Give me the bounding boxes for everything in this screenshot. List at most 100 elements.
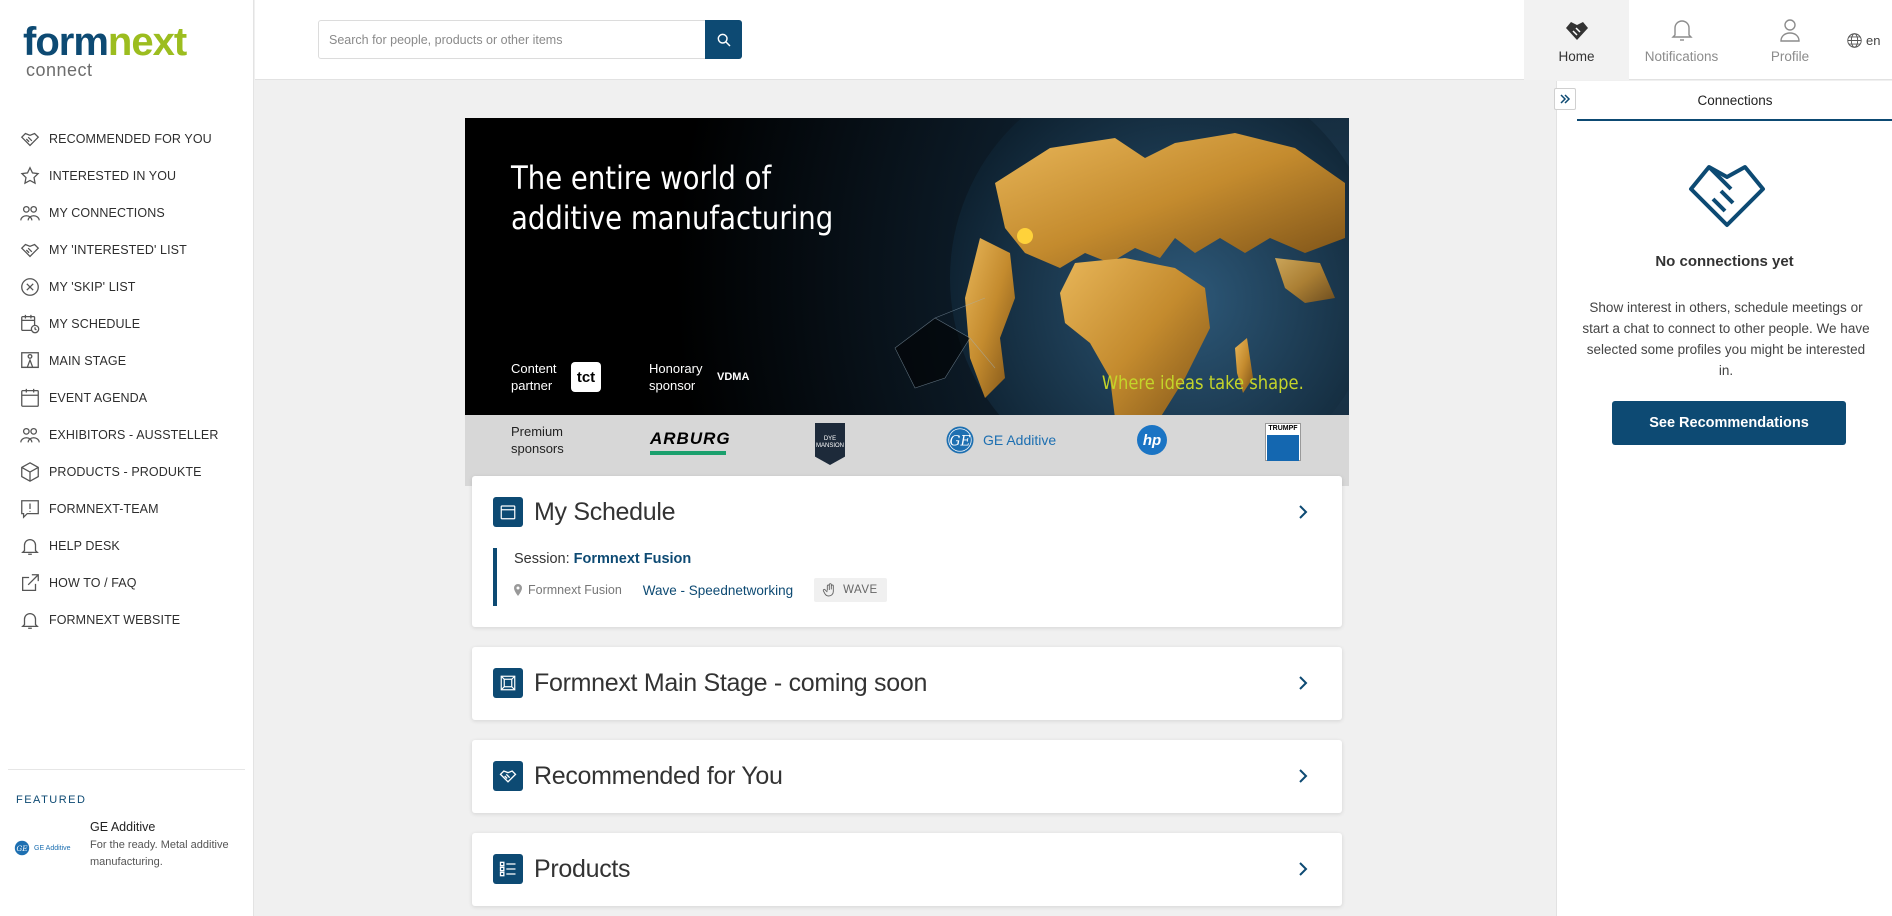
tab-connections[interactable]: Connections [1577, 81, 1892, 121]
card-title: Recommended for You [534, 761, 783, 790]
language-switcher[interactable]: en [1846, 0, 1892, 80]
sidebar-item-interested-list[interactable]: MY 'INTERESTED' LIST [0, 231, 254, 268]
sidebar-item-label: MY 'SKIP' LIST [49, 279, 136, 294]
featured-description: For the ready. Metal additive manufactur… [90, 839, 229, 868]
star-icon [20, 165, 40, 184]
arburg-logo: ARBURG [650, 429, 731, 448]
connections-panel: Connections No connections yet Show inte… [1554, 81, 1892, 916]
top-header: Home Notifications Profile en [255, 0, 1892, 80]
calendar-icon [21, 388, 39, 407]
session-location-text: Formnext Fusion [528, 583, 622, 597]
ge-mini-logo: GE GE Additive [14, 840, 71, 856]
box-icon [21, 461, 39, 482]
trumpf-logo: TRUMPF [1265, 423, 1301, 461]
svg-text:GE: GE [950, 433, 971, 449]
people-icon [20, 205, 40, 220]
bell-icon [21, 612, 39, 629]
trumpf-logo-block [1267, 435, 1299, 461]
sidebar-item-formnext-website[interactable]: FORMNEXT WEBSITE [0, 601, 254, 638]
collapse-panel-button[interactable] [1554, 88, 1576, 110]
sidebar-item-label: MY CONNECTIONS [49, 205, 165, 220]
location-pin-icon [514, 584, 522, 596]
user-icon [1780, 18, 1800, 42]
tct-logo: tct [571, 362, 601, 392]
banner-tagline: Where ideas take shape. [1102, 372, 1304, 394]
nav-home[interactable]: Home [1524, 0, 1629, 80]
main-stage-card[interactable]: Formnext Main Stage - coming soon [472, 647, 1342, 720]
session-location: Formnext Fusion [514, 583, 622, 597]
logo-wordmark: formnext [23, 20, 187, 64]
alert-chat-icon [21, 499, 39, 519]
banner-headline-line1: The entire world of [511, 159, 772, 197]
featured-name: GE Additive [90, 820, 156, 834]
ge-mini-text: GE Additive [34, 844, 71, 852]
chevron-right-icon[interactable] [1294, 767, 1312, 785]
sidebar-item-exhibitors[interactable]: EXHIBITORS - AUSSTELLER [0, 416, 254, 453]
featured-title: FEATURED [16, 794, 87, 806]
bell-icon [1670, 19, 1693, 41]
sidebar-item-label: EVENT AGENDA [49, 390, 148, 405]
nav-profile[interactable]: Profile [1734, 0, 1846, 80]
sidebar-item-label: PRODUCTS - PRODUKTE [49, 464, 202, 479]
sidebar: formnext connect RECOMMENDED FOR YOU INT… [0, 0, 254, 916]
search-input[interactable] [319, 21, 705, 58]
sidebar-item-event-agenda[interactable]: EVENT AGENDA [0, 379, 254, 416]
no-connections-title: No connections yet [1655, 253, 1794, 270]
handshake-icon [20, 132, 40, 146]
session-name-link[interactable]: Formnext Fusion [574, 551, 692, 567]
session-link[interactable]: Wave - Speednetworking [643, 583, 793, 598]
trumpf-logo-text: TRUMPF [1268, 425, 1298, 432]
x-circle-icon [21, 277, 39, 296]
card-title: Products [534, 854, 631, 883]
nav-notifications[interactable]: Notifications [1629, 0, 1734, 80]
content-partner-label: Content partner [511, 361, 557, 393]
sidebar-item-my-connections[interactable]: MY CONNECTIONS [0, 194, 254, 231]
handshake-icon [493, 761, 523, 791]
sidebar-item-label: EXHIBITORS - AUSSTELLER [49, 427, 219, 442]
calendar-clock-icon [21, 314, 40, 333]
sidebar-divider [8, 769, 245, 770]
card-header: Recommended for You [493, 761, 783, 791]
products-card[interactable]: Products [472, 833, 1342, 906]
recommended-for-you-card[interactable]: Recommended for You [472, 740, 1342, 813]
sidebar-item-interested-in-you[interactable]: INTERESTED IN YOU [0, 157, 254, 194]
wave-tag: WAVE [814, 578, 887, 602]
globe-icon [1847, 32, 1862, 48]
dyemansion-logo: DYE MANSION [815, 423, 845, 465]
banner-background: The entire world of additive manufacturi… [465, 118, 1349, 468]
sidebar-item-skip-list[interactable]: MY 'SKIP' LIST [0, 268, 254, 305]
search-button[interactable] [705, 20, 742, 59]
chevron-right-icon[interactable] [1294, 503, 1312, 521]
sidebar-nav: RECOMMENDED FOR YOU INTERESTED IN YOU MY… [0, 120, 254, 638]
calendar-icon [493, 497, 523, 527]
sidebar-item-my-schedule[interactable]: MY SCHEDULE [0, 305, 254, 342]
sidebar-item-recommended-for-you[interactable]: RECOMMENDED FOR YOU [0, 120, 254, 157]
card-header: My Schedule [493, 497, 676, 527]
sidebar-item-label: MY SCHEDULE [49, 316, 141, 331]
arburg-logo-underline [650, 451, 726, 455]
sidebar-item-label: HOW TO / FAQ [49, 575, 137, 590]
featured-card-ge-additive[interactable]: GE GE Additive GE Additive For the ready… [14, 820, 244, 876]
top-nav: Home Notifications Profile en [1524, 0, 1892, 80]
sidebar-item-help-desk[interactable]: HELP DESK [0, 527, 254, 564]
logo-form: form [23, 20, 109, 64]
card-title: My Schedule [534, 497, 676, 526]
search-bar [318, 20, 742, 59]
ge-additive-sponsor-text: GE Additive [983, 432, 1057, 448]
sidebar-item-formnext-team[interactable]: FORMNEXT-TEAM [0, 490, 254, 527]
schedule-entry[interactable]: Session: Formnext Fusion Formnext Fusion… [493, 548, 887, 606]
list-icon [493, 854, 523, 884]
sidebar-item-products[interactable]: PRODUCTS - PRODUKTE [0, 453, 254, 490]
nav-notifications-label: Notifications [1644, 48, 1719, 64]
hero-banner[interactable]: The entire world of additive manufacturi… [465, 118, 1349, 486]
chevron-right-icon[interactable] [1294, 674, 1312, 692]
formnext-connect-logo[interactable]: formnext connect [23, 20, 187, 79]
handshake-icon [1689, 165, 1765, 227]
see-recommendations-button[interactable]: See Recommendations [1612, 401, 1846, 445]
sidebar-item-how-to-faq[interactable]: HOW TO / FAQ [0, 564, 254, 601]
my-schedule-card[interactable]: My Schedule Session: Formnext Fusion For… [472, 476, 1342, 627]
chevron-right-icon[interactable] [1294, 860, 1312, 878]
sidebar-item-main-stage[interactable]: MAIN STAGE [0, 342, 254, 379]
premium-sponsors-label: Premium sponsors [511, 424, 564, 456]
no-connections-description: Show interest in others, schedule meetin… [1582, 300, 1870, 378]
